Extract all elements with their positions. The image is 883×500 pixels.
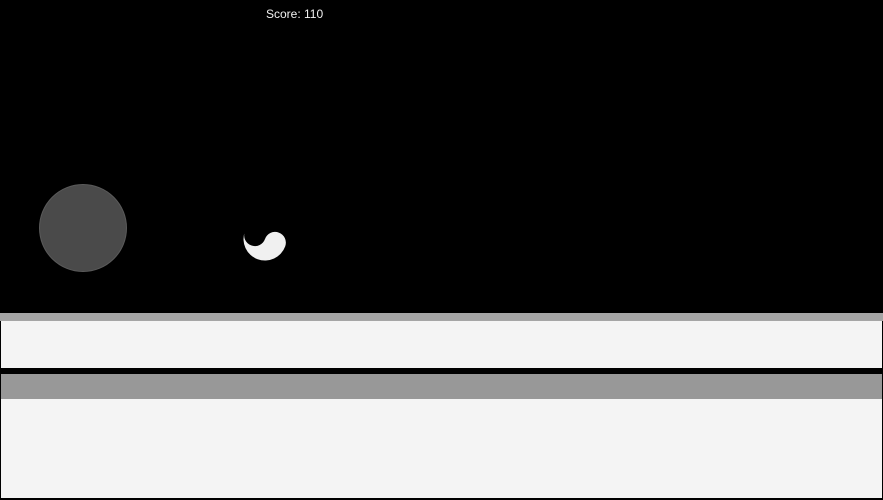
platform-lower-floor bbox=[1, 399, 882, 498]
platform-divider bbox=[0, 368, 883, 372]
yin-yang-player-icon bbox=[243, 217, 287, 261]
platform-top-edge bbox=[0, 313, 883, 321]
platform-lower-band bbox=[1, 374, 882, 399]
game-canvas[interactable]: Score: 110 bbox=[0, 0, 883, 500]
score-display: Score: 110 bbox=[266, 7, 324, 21]
platform-upper-floor bbox=[1, 321, 882, 368]
virtual-joystick[interactable] bbox=[39, 184, 127, 272]
